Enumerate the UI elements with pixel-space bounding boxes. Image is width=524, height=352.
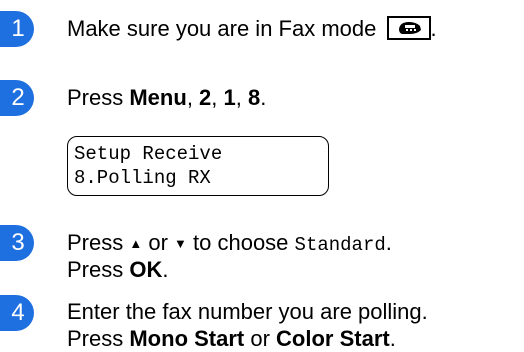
option-standard: Standard — [294, 234, 386, 256]
step-4-line-2: Press Mono Start or Color Start. — [67, 326, 396, 351]
mono-start-key: Mono Start — [129, 326, 245, 351]
step-number-1: 1 — [0, 11, 34, 47]
step-1-text: Make sure you are in Fax mode . — [67, 16, 437, 41]
lcd-line-1: Setup Receive — [74, 143, 223, 165]
step-4-line-1: Enter the fax number you are polling. — [67, 299, 428, 324]
step-number-4: 4 — [0, 295, 34, 331]
key-2: 2 — [199, 85, 212, 110]
up-arrow-icon: ▲ — [129, 236, 143, 251]
step-2-text: Press Menu, 2, 1, 8. — [67, 85, 267, 110]
step-3-line-2: Press OK. — [67, 257, 169, 282]
step-number-3: 3 — [0, 225, 34, 261]
lcd-display: Setup Receive 8.Polling RX — [67, 136, 329, 196]
color-start-key: Color Start — [276, 326, 390, 351]
ok-key: OK — [129, 257, 163, 282]
step-1-instruction: Make sure you are in Fax mode — [67, 16, 377, 41]
fax-icon — [386, 16, 431, 41]
key-8: 8 — [248, 85, 261, 110]
step-number-2: 2 — [0, 80, 34, 116]
lcd-line-2: 8.Polling RX — [74, 167, 211, 189]
step-3-line-1: Press ▲ or ▼ to choose Standard. — [67, 230, 392, 256]
down-arrow-icon: ▼ — [174, 236, 187, 251]
menu-key: Menu — [129, 85, 187, 110]
key-1: 1 — [223, 85, 236, 110]
